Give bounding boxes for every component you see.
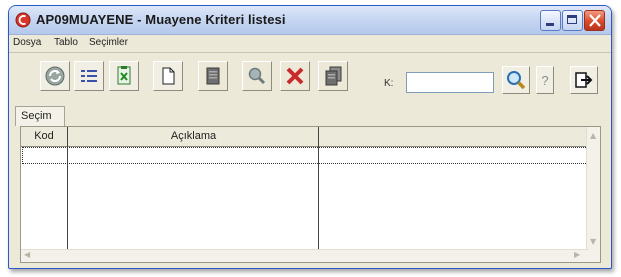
column-header-aciklama[interactable]: Açıklama <box>68 130 319 142</box>
k-input[interactable] <box>406 72 494 93</box>
grid-header: Kod Açıklama <box>21 127 600 147</box>
scroll-down-icon[interactable]: ▼ <box>590 237 596 246</box>
minimize-button[interactable] <box>540 10 561 31</box>
new-document-icon <box>162 67 175 85</box>
column-divider <box>318 127 319 250</box>
excel-export-icon <box>117 66 131 85</box>
help-button[interactable]: ? <box>536 66 554 94</box>
exit-button[interactable] <box>570 66 598 94</box>
data-grid[interactable]: Kod Açıklama ▲ ▼ ◀ ▶ <box>20 126 601 263</box>
find-record-button[interactable] <box>242 61 272 91</box>
vertical-scrollbar[interactable]: ▲ ▼ <box>586 127 600 262</box>
refresh-button[interactable] <box>40 61 70 91</box>
list-view-button[interactable] <box>74 61 104 91</box>
close-button[interactable] <box>584 10 605 31</box>
app-window: AP09MUAYENE - Muayene Kriteri listesi Do… <box>8 5 612 269</box>
delete-button[interactable] <box>280 61 310 91</box>
maximize-icon <box>567 15 577 24</box>
column-divider <box>67 127 68 250</box>
app-logo-icon <box>15 12 31 28</box>
edit-document-button[interactable] <box>198 61 228 91</box>
menu-bar: Dosya Tablo Seçimler <box>9 35 611 53</box>
search-button[interactable] <box>502 66 530 94</box>
scroll-right-icon[interactable]: ▶ <box>574 250 580 259</box>
minimize-icon <box>546 23 554 26</box>
focused-row[interactable] <box>22 147 588 164</box>
magnifier-icon <box>248 67 266 85</box>
list-icon <box>81 70 97 82</box>
copy-button[interactable] <box>318 61 348 91</box>
menu-dosya[interactable]: Dosya <box>13 37 41 48</box>
new-document-button[interactable] <box>153 61 183 91</box>
maximize-button[interactable] <box>562 10 583 31</box>
delete-icon <box>286 67 304 85</box>
scroll-up-icon[interactable]: ▲ <box>590 131 596 140</box>
column-header-kod[interactable]: Kod <box>21 130 67 142</box>
copy-icon <box>325 66 342 86</box>
excel-export-button[interactable] <box>109 61 139 91</box>
search-icon <box>507 71 526 90</box>
refresh-icon <box>45 66 65 86</box>
tab-secim[interactable]: Seçim <box>15 106 65 126</box>
k-label: K: <box>384 78 394 89</box>
close-icon <box>588 12 602 29</box>
edit-document-icon <box>206 67 220 85</box>
title-bar[interactable]: AP09MUAYENE - Muayene Kriteri listesi <box>9 6 611 35</box>
toolbar: K: ? <box>9 53 611 105</box>
menu-secimler[interactable]: Seçimler <box>89 37 128 48</box>
exit-icon <box>575 72 593 88</box>
window-title: AP09MUAYENE - Muayene Kriteri listesi <box>36 12 286 27</box>
scroll-left-icon[interactable]: ◀ <box>24 250 30 259</box>
horizontal-scrollbar[interactable]: ◀ ▶ <box>21 249 588 262</box>
help-icon: ? <box>541 72 549 88</box>
menu-tablo[interactable]: Tablo <box>54 37 78 48</box>
